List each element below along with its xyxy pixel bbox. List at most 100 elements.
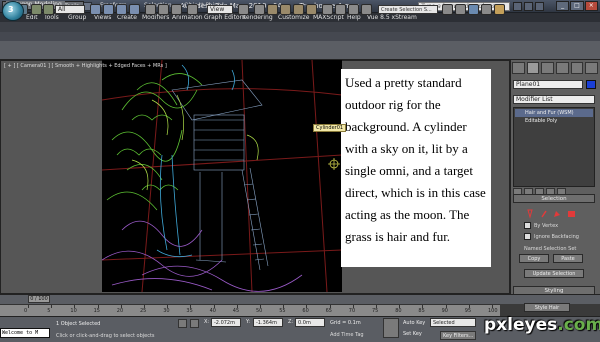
modifier-list-dropdown[interactable]: Modifier List (513, 95, 595, 104)
menu-views[interactable]: Views (94, 14, 111, 21)
snap-toggle-icon[interactable] (267, 4, 278, 15)
lock-selection-icon[interactable] (178, 319, 187, 328)
segment-icon[interactable] (541, 210, 547, 218)
percent-snap-icon[interactable] (293, 4, 304, 15)
render-frame-icon[interactable] (494, 4, 505, 15)
selection-rollout[interactable]: Selection (513, 194, 595, 203)
trackbar-ticks: 0 5 10 15 20 25 30 35 40 45 50 55 60 65 70 75 80 85 90 95 10… (0, 304, 500, 316)
material-editor-icon[interactable] (468, 4, 479, 15)
object-name-field[interactable]: Plane01 (513, 80, 583, 89)
paste-button[interactable]: Paste (553, 254, 583, 263)
rotate-icon[interactable] (158, 4, 169, 15)
tip-icon[interactable] (554, 211, 560, 217)
selection-filter-dropdown[interactable]: All (55, 5, 85, 14)
trackbar-tick-label: 80 (395, 308, 402, 314)
trackbar-tick-label: 35 (186, 308, 193, 314)
y-coordinate-field[interactable]: -1.364m (253, 318, 283, 327)
stack-item-hair-and-fur[interactable]: Hair and Fur (WSM) (515, 109, 593, 117)
viewport-label[interactable]: [ + ] [ Camera01 ] [ Smooth + Highlights… (4, 63, 167, 69)
menu-animation[interactable]: Animation (172, 14, 203, 21)
maxscript-listener[interactable]: Welcome to M (0, 328, 50, 338)
time-slider-track[interactable] (0, 294, 600, 304)
set-key-icon[interactable] (383, 318, 399, 338)
link-icon[interactable] (31, 4, 42, 15)
binoculars-icon[interactable] (513, 2, 522, 11)
command-panel-tabs (511, 61, 599, 75)
select-object-icon[interactable] (90, 4, 101, 15)
render-setup-icon[interactable] (481, 4, 492, 15)
spinner-snap-icon[interactable] (306, 4, 317, 15)
rectangle-selection-icon[interactable] (116, 4, 127, 15)
scale-icon[interactable] (171, 4, 182, 15)
ignore-backfacing-checkbox[interactable]: Ignore Backfacing (524, 233, 579, 240)
pxleyes-watermark: pxleyes.com (484, 315, 600, 335)
curve-editor-icon[interactable] (442, 4, 453, 15)
menu-maxscript[interactable]: MAXScript (313, 14, 344, 21)
time-slider[interactable]: 0 / 100 (28, 295, 50, 303)
schematic-view-icon[interactable] (455, 4, 466, 15)
menu-group[interactable]: Group (68, 14, 86, 21)
update-selection-button[interactable]: Update Selection (524, 269, 584, 278)
menu-help[interactable]: Help (347, 14, 361, 21)
trackbar-tick-label: 15 (93, 308, 100, 314)
reference-coordinate-dropdown[interactable]: View (207, 5, 233, 14)
named-selection-dropdown[interactable]: Create Selection S... (378, 5, 438, 14)
camera-view-render (102, 60, 342, 292)
key-filters-button[interactable]: Key Filters... (440, 331, 477, 340)
object-color-swatch[interactable] (586, 80, 596, 89)
pivot-center-icon[interactable] (238, 4, 249, 15)
motion-tab-icon[interactable] (556, 62, 569, 74)
layer-manager-icon[interactable] (361, 4, 372, 15)
menu-graph-editors[interactable]: Graph Editors (204, 14, 245, 21)
angle-snap-icon[interactable] (280, 4, 291, 15)
display-tab-icon[interactable] (570, 62, 584, 74)
minimize-button[interactable]: _ (556, 1, 570, 11)
select-by-name-icon[interactable] (103, 4, 114, 15)
trackbar-tick (28, 304, 29, 308)
select-manipulate-icon[interactable] (187, 4, 198, 15)
menu-modifiers[interactable]: Modifiers (142, 14, 169, 21)
unlink-icon[interactable] (43, 4, 54, 15)
stack-item-editable-poly[interactable]: Editable Poly (515, 117, 593, 125)
trackbar-tick (51, 304, 53, 308)
add-time-tag[interactable]: Add Time Tag (330, 332, 364, 338)
window-crossing-icon[interactable] (129, 4, 140, 15)
trackbar-tick-label: 100 (488, 308, 498, 314)
named-selection-sets-label: Named Selection Set (524, 246, 577, 252)
menu-vue-xstream[interactable]: Vue 8.5 xStream (367, 14, 417, 21)
maximize-button[interactable]: □ (570, 1, 584, 11)
trackbar-tick-label: 30 (163, 308, 170, 314)
set-key-button[interactable]: Set Key (403, 331, 422, 337)
by-vertex-checkbox[interactable]: By Vertex (524, 222, 558, 229)
modify-tab-icon[interactable] (526, 62, 540, 74)
help-icon[interactable] (535, 2, 544, 11)
key-mode-dropdown[interactable]: Selected (430, 318, 476, 327)
keyboard-shortcut-icon[interactable] (254, 4, 265, 15)
menu-rendering[interactable]: Rendering (242, 14, 273, 21)
close-button[interactable]: × (584, 1, 598, 11)
menu-create[interactable]: Create (117, 14, 137, 21)
absolute-mode-icon[interactable] (190, 319, 199, 328)
watermark-brand: pxleyes (484, 315, 558, 335)
edit-named-selection-icon[interactable] (322, 4, 333, 15)
star-icon[interactable] (524, 2, 533, 11)
mirror-icon[interactable] (335, 4, 346, 15)
guide-icon[interactable] (527, 209, 533, 219)
strand-root-icon[interactable] (568, 211, 575, 217)
menu-edit[interactable]: Edit (26, 14, 38, 21)
z-coordinate-field[interactable]: 0.0m (295, 318, 325, 327)
menu-customize[interactable]: Customize (278, 14, 310, 21)
create-tab-icon[interactable] (512, 62, 525, 74)
align-icon[interactable] (348, 4, 359, 15)
move-icon[interactable] (145, 4, 156, 15)
trackbar-tick-label: 25 (140, 308, 147, 314)
hierarchy-tab-icon[interactable] (541, 62, 555, 74)
copy-button[interactable]: Copy (519, 254, 549, 263)
auto-key-button[interactable]: Auto Key (403, 320, 425, 326)
menu-tools[interactable]: Tools (44, 14, 59, 21)
x-coordinate-field[interactable]: -2.072m (211, 318, 241, 327)
utilities-tab-icon[interactable] (585, 62, 599, 74)
ribbon-panel (0, 32, 600, 41)
style-hair-button[interactable]: Style Hair (524, 303, 570, 312)
trackbar-tick-label: 5 (47, 308, 51, 314)
